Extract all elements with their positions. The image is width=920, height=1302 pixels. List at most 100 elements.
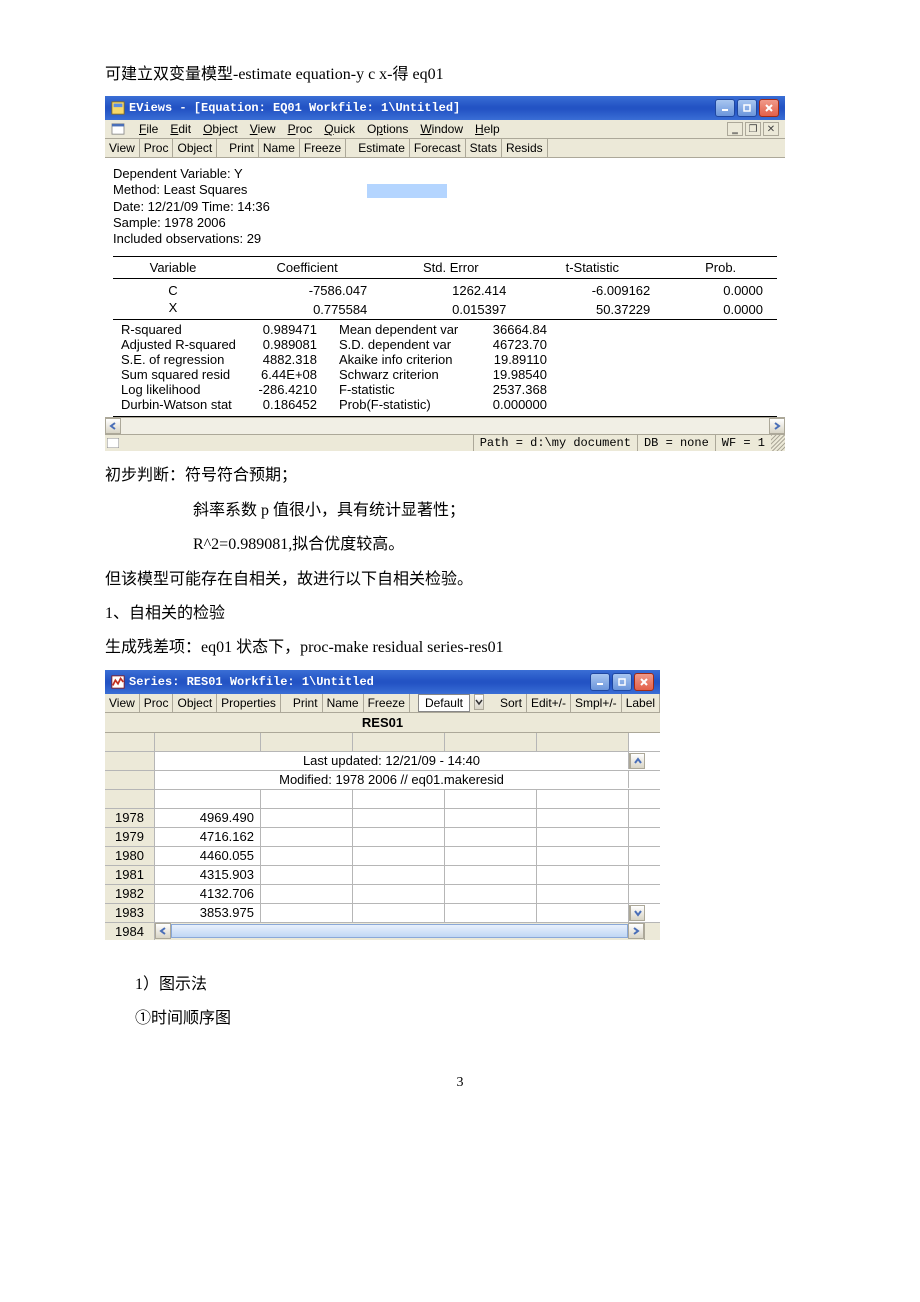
mdi-minimize-button[interactable]: ‗ (727, 122, 743, 136)
series-h-scrollbar: 1984 (105, 923, 660, 940)
status-db: DB = none (637, 435, 715, 451)
value-cell[interactable]: 3853.975 (155, 904, 261, 922)
value-cell[interactable]: 4132.706 (155, 885, 261, 903)
eviews-equation-window: EViews - [Equation: EQ01 Workfile: 1\Unt… (105, 96, 785, 451)
judge-r2: R^2=0.989081,拟合优度较高。 (105, 530, 815, 560)
year-cell: 1982 (105, 885, 155, 903)
value-cell[interactable]: 4460.055 (155, 847, 261, 865)
menu-window[interactable]: Window (420, 122, 463, 136)
tb-view[interactable]: View (105, 139, 140, 157)
menu-object[interactable]: Object (203, 122, 238, 136)
status-doc-icon (105, 435, 121, 451)
year-cell: 1978 (105, 809, 155, 827)
menu-file[interactable]: File (139, 122, 158, 136)
tb-object[interactable]: Object (173, 139, 217, 157)
tb-forecast[interactable]: Forecast (410, 139, 466, 157)
method: Method: Least Squares (113, 182, 777, 198)
resid-gen: 生成残差项：eq01 状态下，proc-make residual series… (105, 633, 815, 663)
menu-proc[interactable]: Proc (288, 122, 313, 136)
header-row (105, 733, 660, 752)
tb-freeze[interactable]: Freeze (300, 139, 346, 157)
judge-p: 斜率系数 p 值很小，具有统计显著性； (105, 496, 815, 526)
data-row: 1981 4315.903 (105, 866, 660, 885)
series-icon (111, 675, 125, 689)
maximize-icon (742, 103, 752, 113)
v-scroll-up[interactable] (629, 753, 645, 769)
menu-help[interactable]: Help (475, 122, 500, 136)
tb-estimate[interactable]: Estimate (354, 139, 410, 157)
data-row: 1983 3853.975 (105, 904, 660, 923)
tb-stats[interactable]: Stats (466, 139, 502, 157)
tb-edit[interactable]: Edit+/- (527, 694, 571, 712)
tb-object[interactable]: Object (173, 694, 217, 712)
scroll-left-button[interactable] (155, 923, 171, 939)
maximize-button[interactable] (737, 99, 757, 117)
chevron-right-icon (773, 422, 781, 430)
scroll-left-button[interactable] (105, 418, 121, 434)
judge-intro: 初步判断：符号符合预期； (105, 461, 815, 491)
col-coefficient: Coefficient (233, 256, 381, 278)
menu-quick[interactable]: Quick (324, 122, 355, 136)
mdi-restore-button[interactable]: ❐ (745, 122, 761, 136)
tb-freeze[interactable]: Freeze (364, 694, 410, 712)
menubar: File Edit Object View Proc Quick Options… (105, 120, 785, 139)
tb-view[interactable]: View (105, 694, 140, 712)
col-tstat: t-Statistic (520, 256, 664, 278)
year-cell: 1980 (105, 847, 155, 865)
tb-smpl[interactable]: Smpl+/- (571, 694, 622, 712)
tb-name[interactable]: Name (323, 694, 364, 712)
col-stderr: Std. Error (381, 256, 520, 278)
status-path: Path = d:\my document (473, 435, 637, 451)
v-scroll-down[interactable] (629, 905, 645, 921)
scroll-right-button[interactable] (628, 923, 644, 939)
autocorr-note: 但该模型可能存在自相关，故进行以下自相关检验。 (105, 565, 815, 595)
minimize-button[interactable] (715, 99, 735, 117)
data-row: 1978 4969.490 (105, 809, 660, 828)
default-dropdown[interactable]: Default (418, 694, 470, 712)
blank-row (105, 790, 660, 809)
equation-toolbar: View Proc Object Print Name Freeze Estim… (105, 139, 785, 158)
incl-obs: Included observations: 29 (113, 231, 777, 246)
tb-proc[interactable]: Proc (140, 139, 174, 157)
window-title: EViews - [Equation: EQ01 Workfile: 1\Unt… (129, 101, 460, 115)
tb-print[interactable]: Print (289, 694, 323, 712)
method-1: 1）图示法 (105, 970, 815, 1000)
tb-print[interactable]: Print (225, 139, 259, 157)
value-cell[interactable]: 4969.490 (155, 809, 261, 827)
maximize-button[interactable] (612, 673, 632, 691)
minimize-button[interactable] (590, 673, 610, 691)
value-cell[interactable]: 4315.903 (155, 866, 261, 884)
tb-sort[interactable]: Sort (496, 694, 527, 712)
tb-resids[interactable]: Resids (502, 139, 548, 157)
value-cell[interactable]: 4716.162 (155, 828, 261, 846)
year-cell: 1979 (105, 828, 155, 846)
tb-name[interactable]: Name (259, 139, 300, 157)
tb-proc[interactable]: Proc (140, 694, 174, 712)
info-row-1: Last updated: 12/21/09 - 14:40 (105, 752, 660, 771)
dropdown-button[interactable] (474, 694, 484, 710)
h-scrollbar[interactable] (105, 417, 785, 434)
menu-view[interactable]: View (250, 122, 276, 136)
series-toolbar: View Proc Object Properties Print Name F… (105, 694, 660, 713)
mdi-close-button[interactable]: ✕ (763, 122, 779, 136)
page-number: 3 (105, 1075, 815, 1091)
h-scroll-thumb[interactable] (171, 924, 628, 938)
scroll-right-button[interactable] (769, 418, 785, 434)
close-button[interactable] (759, 99, 779, 117)
method-1-1: ①时间顺序图 (105, 1004, 815, 1034)
chevron-up-icon (634, 757, 642, 765)
menu-options[interactable]: Options (367, 122, 408, 136)
titlebar[interactable]: EViews - [Equation: EQ01 Workfile: 1\Unt… (105, 96, 785, 120)
chevron-right-icon (632, 927, 640, 935)
selection-highlight (367, 184, 447, 198)
data-row: 1979 4716.162 (105, 828, 660, 847)
menu-edit[interactable]: Edit (170, 122, 191, 136)
tb-label[interactable]: Label (622, 694, 660, 712)
close-button[interactable] (634, 673, 654, 691)
coef-row-x: X 0.775584 0.015397 50.37229 0.0000 (113, 299, 777, 320)
resize-grip[interactable] (771, 435, 785, 451)
stats-grid: R-squared0.989471Mean dependent var36664… (113, 320, 777, 417)
titlebar[interactable]: Series: RES01 Workfile: 1\Untitled (105, 670, 660, 694)
col-variable: Variable (113, 256, 233, 278)
tb-properties[interactable]: Properties (217, 694, 281, 712)
